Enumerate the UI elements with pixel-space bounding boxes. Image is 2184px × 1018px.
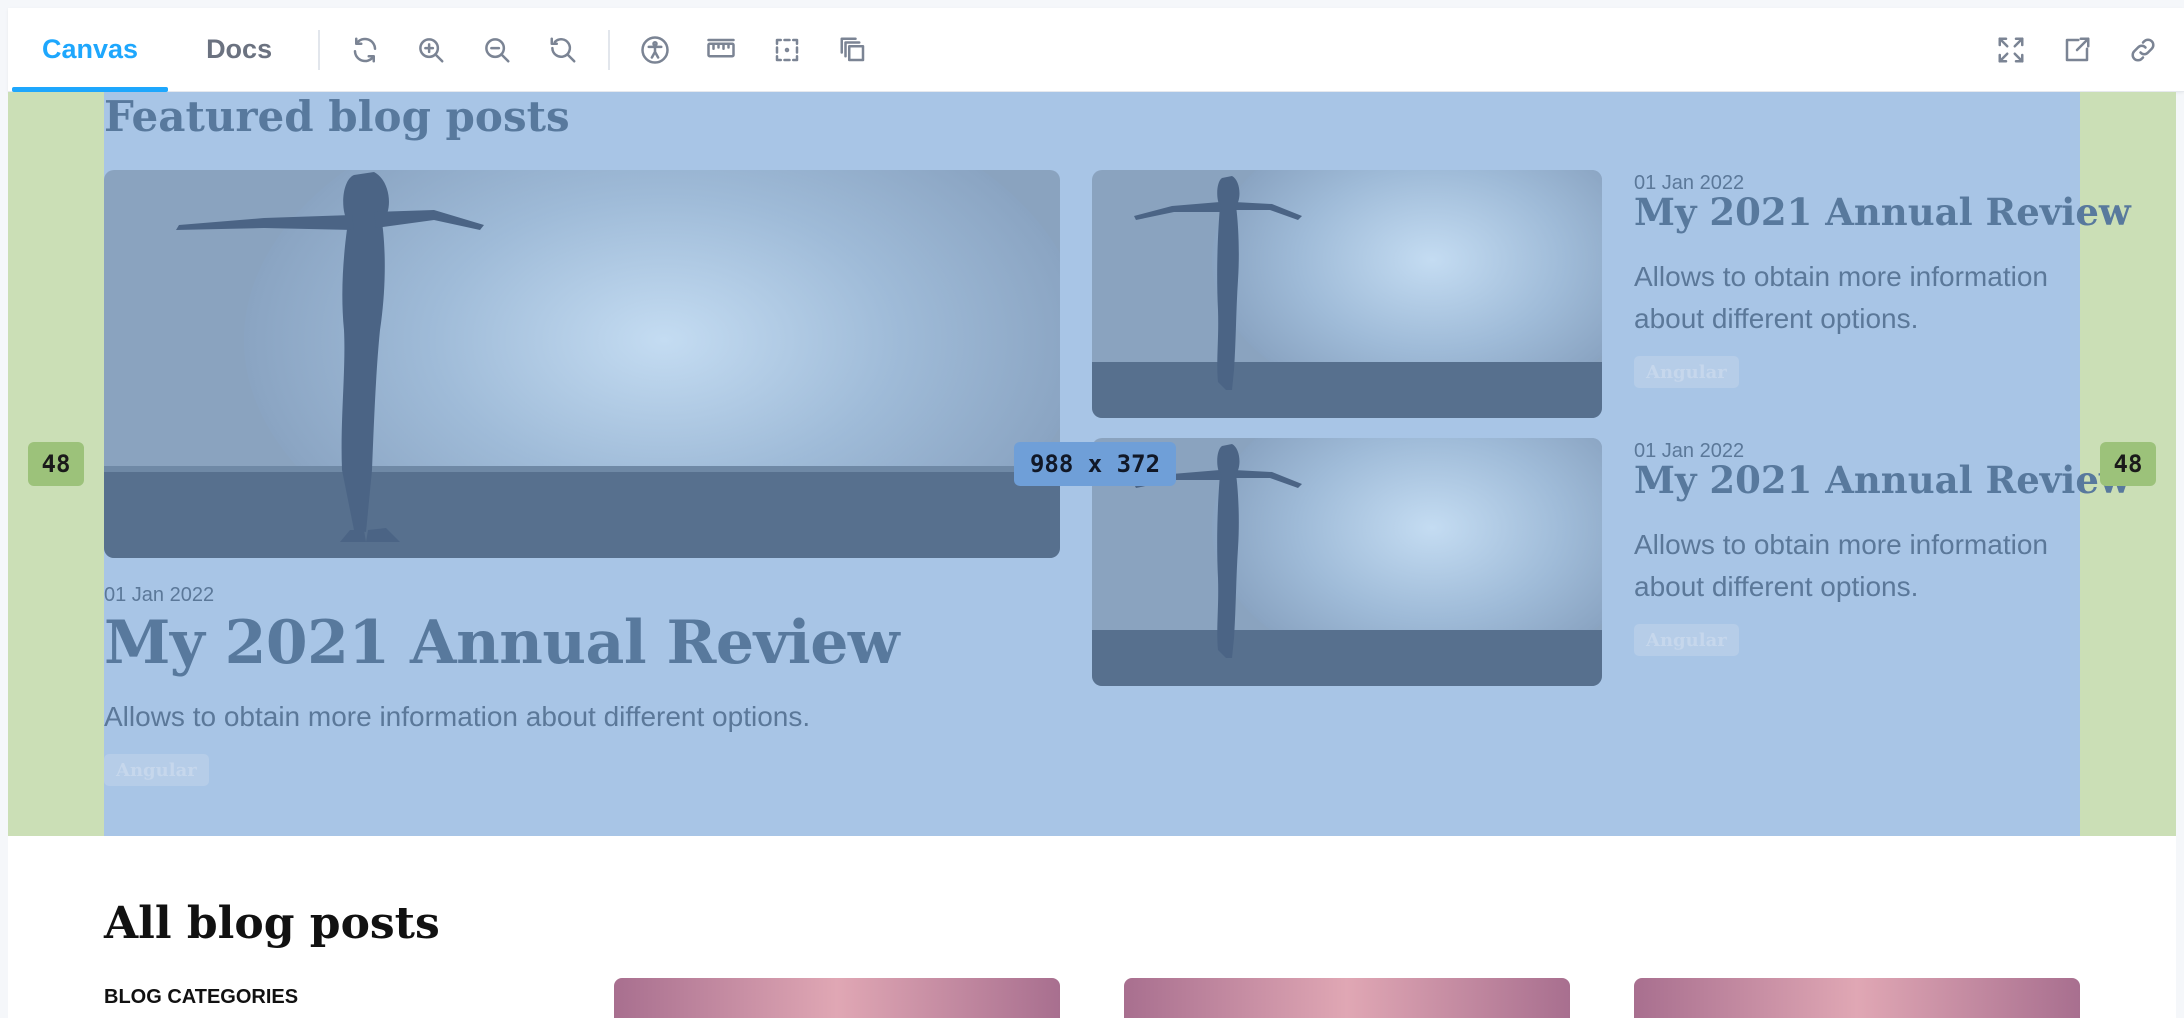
zoom-in-button[interactable] <box>405 24 457 76</box>
main-post-tag[interactable]: Angular <box>104 754 209 786</box>
zoom-out-icon <box>485 37 510 62</box>
side-post-excerpt-line: Allows to obtain more information <box>1634 261 2048 292</box>
zoom-out-button[interactable] <box>471 24 523 76</box>
main-post-excerpt: Allows to obtain more information about … <box>104 701 811 732</box>
layers-button[interactable] <box>827 24 879 76</box>
post-card-image[interactable] <box>1634 978 2080 1018</box>
zoom-reset-button[interactable] <box>537 24 589 76</box>
post-card-image[interactable] <box>1124 978 1570 1018</box>
accessibility-button[interactable] <box>629 24 681 76</box>
tab-canvas[interactable]: Canvas <box>8 8 172 92</box>
blog-categories-label: BLOG CATEGORIES <box>104 986 299 1008</box>
layers-icon <box>840 37 865 61</box>
margin-right-badge: 48 <box>2100 442 2156 486</box>
side-post-title[interactable]: My 2021 Annual Review <box>1634 458 2131 502</box>
open-new-tab-icon <box>2065 37 2090 62</box>
main-post-title[interactable]: My 2021 Annual Review <box>104 608 900 678</box>
outline-icon <box>775 38 799 61</box>
side-post-image[interactable] <box>1092 170 1602 418</box>
toolbar-divider <box>608 29 611 70</box>
fullscreen-button[interactable] <box>1985 24 2037 76</box>
side-post-tag[interactable]: Angular <box>1634 624 1739 656</box>
toolbar-divider <box>318 29 321 70</box>
zoom-in-icon <box>419 37 444 62</box>
side-post-excerpt-line: about different options. <box>1634 571 1919 602</box>
main-post-date: 01 Jan 2022 <box>104 584 215 606</box>
storybook-toolbar: Canvas Docs <box>8 8 2184 92</box>
reload-button[interactable] <box>339 24 391 76</box>
open-new-tab-button[interactable] <box>2051 24 2103 76</box>
beach-photo <box>1092 170 1602 418</box>
outline-button[interactable] <box>761 24 813 76</box>
featured-heading: Featured blog posts <box>104 92 570 141</box>
beach-photo <box>104 170 1060 558</box>
size-badge: 988 x 372 <box>1014 442 1176 486</box>
toolbar-right-group <box>1978 8 2176 92</box>
preview-canvas: Featured blog posts 01 Jan 2022 My 2021 … <box>8 92 2176 1018</box>
reload-icon <box>353 37 377 62</box>
side-post-tag[interactable]: Angular <box>1634 356 1739 388</box>
margin-left-badge: 48 <box>28 442 84 486</box>
measure-button[interactable] <box>695 24 747 76</box>
side-post-title[interactable]: My 2021 Annual Review <box>1634 190 2131 234</box>
accessibility-icon <box>641 35 669 64</box>
tab-docs[interactable]: Docs <box>172 8 306 92</box>
fullscreen-icon <box>1998 37 2024 63</box>
ruler-icon <box>707 38 735 57</box>
copy-link-icon <box>2131 38 2155 62</box>
main-post-image[interactable] <box>104 170 1060 558</box>
copy-link-button[interactable] <box>2117 24 2169 76</box>
post-card-image[interactable] <box>614 978 1060 1018</box>
side-post-excerpt-line: about different options. <box>1634 303 1919 334</box>
zoom-reset-icon <box>550 37 576 62</box>
side-post-excerpt-line: Allows to obtain more information <box>1634 529 2048 560</box>
all-posts-heading: All blog posts <box>104 898 440 949</box>
